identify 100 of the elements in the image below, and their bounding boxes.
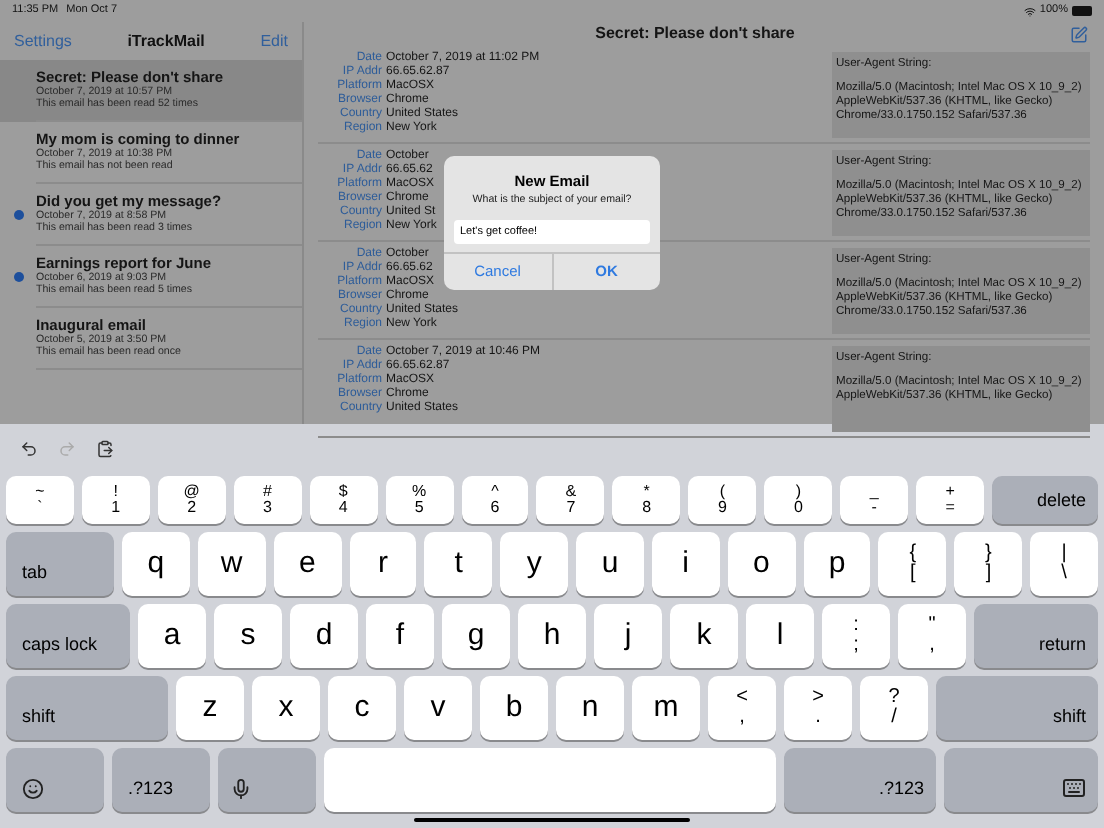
key-symbol: 7 [566, 500, 576, 517]
key[interactable]: < , [708, 676, 776, 740]
key[interactable]: & 7 [536, 476, 605, 524]
keyboard-icon [1062, 776, 1086, 800]
key[interactable]: j [594, 604, 662, 668]
function-key[interactable]: tab [6, 532, 114, 596]
key-symbol: ; [853, 636, 859, 657]
key[interactable]: v [404, 676, 472, 740]
key[interactable]: r [349, 532, 417, 596]
key[interactable]: * 8 [612, 476, 681, 524]
key-symbol: } [985, 543, 992, 563]
key[interactable]: k [670, 604, 738, 668]
function-key[interactable]: caps lock [6, 604, 130, 668]
key[interactable]: s [214, 604, 282, 668]
key[interactable]: y [500, 532, 569, 596]
key[interactable]: > . [784, 676, 852, 740]
key-symbol: ` [37, 500, 43, 517]
key[interactable]: + = [916, 476, 984, 524]
key[interactable]: z [176, 676, 244, 740]
key[interactable]: t [424, 532, 493, 596]
key-symbol: ? [888, 687, 900, 707]
function-key[interactable]: shift [6, 676, 168, 740]
key-symbol: \ [1061, 564, 1067, 585]
key-symbol: 0 [793, 500, 803, 517]
key[interactable]: | \ [1030, 532, 1098, 596]
key-symbol: { [909, 543, 917, 563]
key[interactable]: p [803, 532, 871, 596]
key[interactable]: x [252, 676, 320, 740]
key[interactable]: f [366, 604, 434, 668]
key[interactable]: g [442, 604, 510, 668]
key[interactable]: c [328, 676, 396, 740]
key-symbol: # [263, 483, 272, 500]
key-symbol: + [945, 483, 955, 500]
key[interactable]: i [651, 532, 720, 596]
key[interactable]: ) 0 [764, 476, 833, 524]
dictation-key[interactable] [218, 748, 316, 812]
key[interactable]: o [727, 532, 796, 596]
key-symbol: ^ [491, 483, 499, 500]
key[interactable]: { [ [878, 532, 947, 596]
undo-icon[interactable] [20, 439, 38, 457]
function-key[interactable]: return [974, 604, 1098, 668]
key[interactable]: e [273, 532, 342, 596]
key-symbol: , [929, 636, 935, 657]
key-symbol: , [739, 708, 745, 729]
key-symbol: 5 [414, 500, 424, 517]
key[interactable]: m [632, 676, 700, 740]
function-key[interactable]: delete [991, 476, 1098, 524]
key-symbol: . [815, 708, 821, 729]
emoji-key[interactable] [6, 748, 104, 812]
key[interactable]: w [197, 532, 266, 596]
key[interactable]: u [576, 532, 644, 596]
key[interactable]: a [138, 604, 206, 668]
key[interactable]: % 5 [385, 476, 454, 524]
function-key[interactable]: .?123 [784, 748, 936, 812]
key-symbol: : [853, 615, 859, 636]
redo-icon[interactable] [58, 439, 76, 457]
key[interactable]: } ] [954, 532, 1023, 596]
key[interactable]: @ 2 [157, 476, 226, 524]
key-symbol: % [412, 483, 427, 500]
key[interactable]: n [556, 676, 624, 740]
key-symbol: & [565, 483, 577, 500]
function-key[interactable]: .?123 [112, 748, 210, 812]
key-symbol: 6 [490, 500, 500, 517]
key-symbol: 1 [111, 500, 121, 517]
key-symbol: _ [869, 483, 879, 500]
key-symbol: * [643, 483, 650, 500]
key-symbol: ( [719, 483, 726, 500]
key[interactable]: b [480, 676, 548, 740]
key-symbol: < [736, 687, 748, 708]
key[interactable]: ^ 6 [461, 476, 529, 524]
key-symbol: | [1061, 543, 1067, 563]
smiley-icon [22, 778, 44, 800]
microphone-icon [230, 778, 252, 800]
key-symbol: @ [183, 483, 200, 500]
key[interactable]: ! 1 [81, 476, 150, 524]
key-symbol: ] [985, 564, 992, 585]
battery-icon [1072, 6, 1092, 16]
function-key[interactable]: shift [936, 676, 1098, 740]
key-symbol: 9 [718, 500, 727, 517]
key[interactable]: ( 9 [688, 476, 757, 524]
key[interactable]: ? / [860, 676, 928, 740]
key[interactable]: l [746, 604, 814, 668]
key[interactable]: h [518, 604, 586, 668]
key[interactable]: _ - [840, 476, 909, 524]
hide-keyboard-key[interactable] [944, 748, 1098, 812]
key[interactable]: q [122, 532, 190, 596]
key[interactable]: : ; [822, 604, 890, 668]
paste-icon[interactable] [96, 439, 114, 457]
key-symbol: / [891, 708, 897, 729]
compose-icon[interactable] [1070, 25, 1088, 43]
key-symbol: 2 [187, 500, 197, 517]
key[interactable]: # 3 [233, 476, 302, 524]
key-symbol: $ [338, 483, 348, 500]
key[interactable]: ~ ` [6, 476, 74, 524]
key[interactable]: " , [898, 604, 966, 668]
key-symbol: > [812, 687, 824, 708]
key-symbol: - [871, 500, 877, 517]
key[interactable]: d [290, 604, 358, 668]
key-symbol: ) [795, 483, 802, 500]
key[interactable]: $ 4 [309, 476, 378, 524]
